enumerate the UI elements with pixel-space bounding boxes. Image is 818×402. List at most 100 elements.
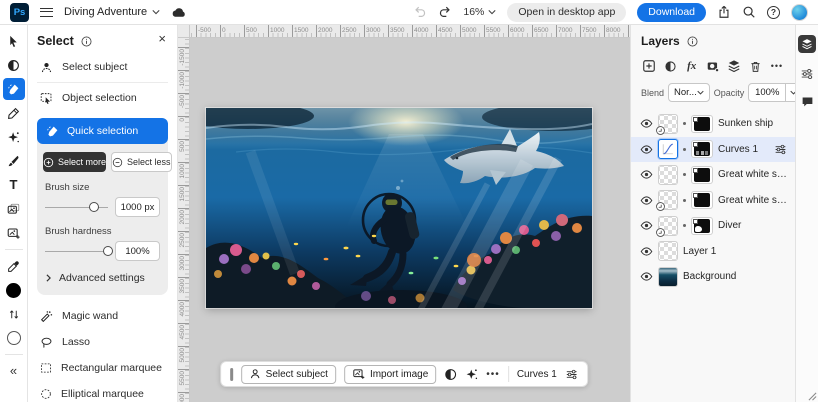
eye-icon[interactable] [640,194,653,207]
layer-thumbnail[interactable] [658,216,678,236]
healing-brush-tool[interactable] [3,102,25,124]
brush-hardness-slider[interactable] [45,245,108,258]
close-icon[interactable]: × [158,32,166,45]
canvas-image[interactable] [206,108,592,308]
group-layers-button[interactable] [726,58,742,74]
avatar[interactable] [791,4,808,21]
swap-colors[interactable] [3,303,25,325]
curves-adjustment-thumbnail[interactable] [658,139,678,159]
layer-mask-thumbnail[interactable] [691,140,713,158]
select-item-magic-wand[interactable]: Magic wand [37,303,168,329]
shapes-tool[interactable] [3,198,25,220]
layer-mask-thumbnail[interactable] [691,217,713,235]
adjustment-icon[interactable] [444,368,457,381]
generative-fill-tool[interactable] [3,126,25,148]
layers-panel-tab[interactable] [798,35,816,53]
layer-properties-icon[interactable] [565,368,578,381]
undo-icon[interactable] [413,5,427,19]
mask-link-icon [683,199,686,202]
layer-row-background[interactable]: Background [631,264,795,290]
layer-thumbnail[interactable] [658,165,678,185]
brush-size-value[interactable]: 1000 px [115,197,160,217]
opacity-value[interactable]: 100% [748,83,786,102]
brush-hardness-value[interactable]: 100% [115,241,160,261]
layer-thumbnail[interactable] [658,241,678,261]
black-circle [6,283,21,298]
layer-row-sunken-ship[interactable]: Sunken ship [631,111,795,137]
select-less-button[interactable]: Select less [111,152,172,172]
layer-mask-thumbnail[interactable] [691,191,713,209]
layer-row-great-white-shark[interactable]: Great white shark [631,188,795,214]
photoshop-logo[interactable]: Ps [10,3,29,22]
add-image-tool[interactable] [3,222,25,244]
layer-row-great-white-shark-co[interactable]: Great white shark co... [631,162,795,188]
eye-icon[interactable] [640,117,653,130]
canvas-area[interactable]: -500050010001500200025003000350040004500… [178,25,630,402]
layer-mask-thumbnail[interactable] [691,115,713,133]
redo-icon[interactable] [438,5,452,19]
layer-mask-thumbnail[interactable] [691,166,713,184]
hamburger-menu-icon[interactable] [40,8,53,17]
search-icon[interactable] [742,5,756,19]
eye-icon[interactable] [640,168,653,181]
type-tool[interactable]: T [3,174,25,196]
select-item-select-subject[interactable]: Select subject [37,54,168,80]
select-item-object-selection[interactable]: Object selection [37,85,168,111]
select-more-button[interactable]: Select more [43,152,106,172]
delete-layer-button[interactable] [748,58,764,74]
collapse-toolbar[interactable]: « [3,360,25,382]
document-title[interactable]: Diving Adventure [64,6,160,18]
cloud-sync-icon[interactable] [171,6,187,18]
chevron-right-icon [46,274,51,282]
eyedropper-tool[interactable] [3,255,25,277]
taskbar-drag-handle[interactable] [230,368,233,381]
layer-name: Great white shark co... [718,169,787,180]
adjustment-tool[interactable] [3,54,25,76]
layer-settings-icon[interactable] [774,143,787,156]
generative-sparkle-icon[interactable] [465,368,478,381]
add-layer-button[interactable] [641,58,657,74]
brush-size-knob[interactable] [89,202,99,212]
advanced-settings-toggle[interactable]: Advanced settings [37,262,168,295]
blend-mode-select[interactable]: Nor... [668,83,710,102]
adjustment-layer-button[interactable] [662,58,678,74]
layer-thumbnail[interactable] [658,267,678,287]
layers-more-options-button[interactable]: ••• [769,58,785,74]
brush-tool[interactable] [3,150,25,172]
quick-selection-tool[interactable] [3,78,25,100]
eye-icon[interactable] [640,219,653,232]
foreground-color-swatch[interactable] [3,279,25,301]
move-tool[interactable] [3,30,25,52]
more-options-icon[interactable]: ••• [486,369,500,380]
layer-thumbnail[interactable] [658,190,678,210]
help-icon[interactable]: ? [767,6,780,19]
open-in-desktop-button[interactable]: Open in desktop app [507,3,626,22]
select-subject-button[interactable]: Select subject [241,365,336,384]
layer-mask-button[interactable] [705,58,721,74]
layer-row-curves-1[interactable]: Curves 1 [631,137,795,163]
brush-hardness-knob[interactable] [103,246,113,256]
opacity-control[interactable]: 100% [748,83,801,102]
adjustments-panel-tab[interactable] [800,67,814,81]
select-item-lasso[interactable]: Lasso [37,329,168,355]
window-resize-handle[interactable] [808,392,817,401]
layer-row-layer-1[interactable]: Layer 1 [631,239,795,265]
quick-selection-item[interactable]: Quick selection [37,118,168,144]
eye-icon[interactable] [640,270,653,283]
select-item-elliptical-marquee[interactable]: Elliptical marquee [37,381,168,402]
info-icon[interactable] [687,36,698,47]
share-icon[interactable] [717,5,731,19]
import-image-button[interactable]: Import image [344,365,436,384]
zoom-control[interactable]: 16% [463,6,496,18]
layer-effects-button[interactable]: fx [684,58,700,74]
brush-size-slider[interactable] [45,201,108,214]
eye-icon[interactable] [640,143,653,156]
background-color-swatch[interactable] [3,327,25,349]
comments-panel-tab[interactable] [801,95,814,108]
info-icon[interactable] [81,36,92,47]
download-button[interactable]: Download [637,3,706,22]
eye-icon[interactable] [640,245,653,258]
select-item-rectangular-marquee[interactable]: Rectangular marquee [37,355,168,381]
layer-thumbnail[interactable] [658,114,678,134]
layer-row-diver[interactable]: Diver [631,213,795,239]
